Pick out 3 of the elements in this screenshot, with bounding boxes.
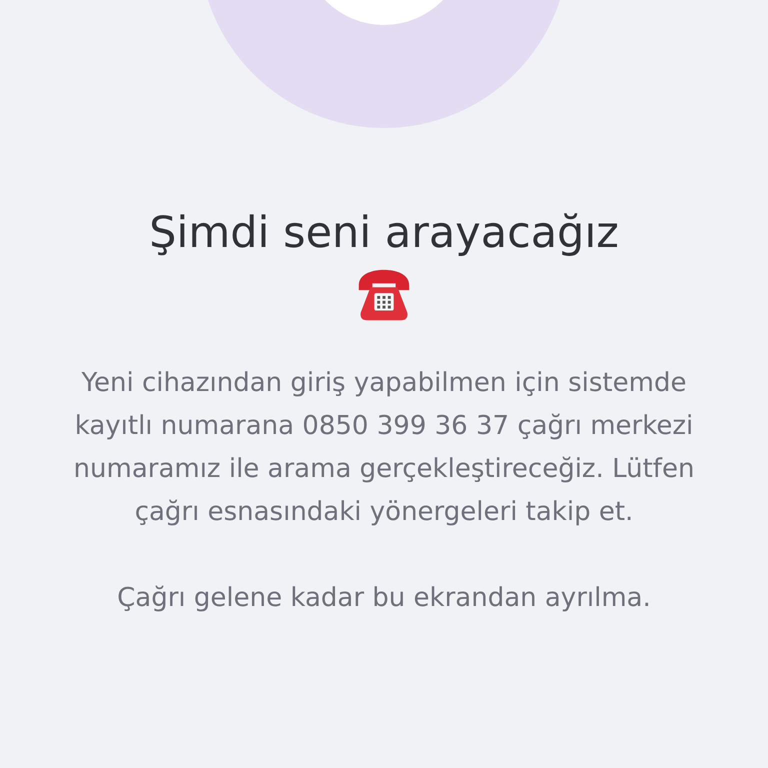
message-text: Yeni cihazından giriş yapabilmen için sistemde kayıtlı numarana 0850 399 36 37 çağrı merkezi numaramız ile arama gerçekleştireceğiz. Lütfen çağrı esnasındaki yönergeleri takip et. bbox=[72, 366, 696, 529]
notice-text: Çağrı gelene kadar bu ekrandan ayrılma. bbox=[117, 582, 651, 615]
title: Şimdi seni arayacağız bbox=[149, 208, 619, 258]
